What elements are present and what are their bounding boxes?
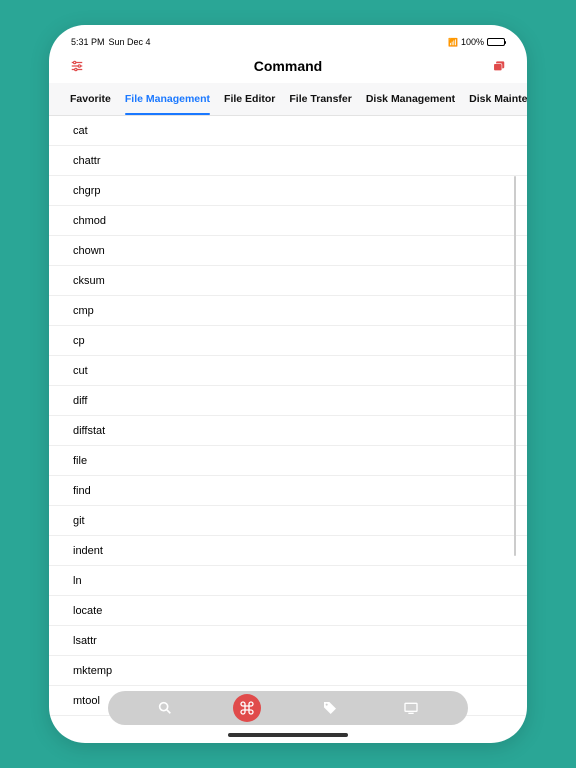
settings-sliders-icon[interactable] bbox=[67, 57, 87, 75]
tab-disk-management[interactable]: Disk Management bbox=[359, 83, 462, 115]
tab-favorite[interactable]: Favorite bbox=[63, 83, 118, 115]
command-item[interactable]: lsattr bbox=[49, 626, 527, 656]
command-item[interactable]: cp bbox=[49, 326, 527, 356]
command-item[interactable]: cmp bbox=[49, 296, 527, 326]
command-item[interactable]: diffstat bbox=[49, 416, 527, 446]
command-item[interactable]: chmod bbox=[49, 206, 527, 236]
bottom-toolbar bbox=[108, 691, 468, 725]
monitor-button[interactable] bbox=[398, 695, 424, 721]
status-time: 5:31 PM bbox=[71, 37, 105, 47]
command-item[interactable]: ln bbox=[49, 566, 527, 596]
status-date: Sun Dec 4 bbox=[109, 37, 151, 47]
battery-icon bbox=[487, 38, 505, 46]
command-item[interactable]: cksum bbox=[49, 266, 527, 296]
tablet-frame: 5:31 PM Sun Dec 4 100% Command Fa bbox=[49, 25, 527, 743]
search-button[interactable] bbox=[152, 695, 178, 721]
command-item[interactable]: file bbox=[49, 446, 527, 476]
tab-file-management[interactable]: File Management bbox=[118, 83, 217, 115]
command-list[interactable]: catchattrchgrpchmodchowncksumcmpcpcutdif… bbox=[49, 116, 527, 733]
command-item[interactable]: chattr bbox=[49, 146, 527, 176]
tag-button[interactable] bbox=[317, 695, 343, 721]
home-indicator[interactable] bbox=[228, 733, 348, 737]
command-item[interactable]: diff bbox=[49, 386, 527, 416]
command-item[interactable]: cat bbox=[49, 116, 527, 146]
scroll-indicator bbox=[514, 176, 516, 556]
command-item[interactable]: chown bbox=[49, 236, 527, 266]
command-item[interactable]: cut bbox=[49, 356, 527, 386]
wifi-icon bbox=[448, 37, 458, 47]
windows-stack-icon[interactable] bbox=[489, 57, 509, 75]
category-tabs: FavoriteFile ManagementFile EditorFile T… bbox=[49, 83, 527, 116]
page-title: Command bbox=[254, 58, 322, 74]
command-item[interactable]: mktemp bbox=[49, 656, 527, 686]
tab-disk-maintenance[interactable]: Disk Maintenance bbox=[462, 83, 527, 115]
command-item[interactable]: chgrp bbox=[49, 176, 527, 206]
command-item[interactable]: git bbox=[49, 506, 527, 536]
tab-file-transfer[interactable]: File Transfer bbox=[282, 83, 358, 115]
battery-pct: 100% bbox=[461, 37, 484, 47]
tab-file-editor[interactable]: File Editor bbox=[217, 83, 282, 115]
command-item[interactable]: find bbox=[49, 476, 527, 506]
status-bar: 5:31 PM Sun Dec 4 100% bbox=[49, 35, 527, 51]
command-button[interactable] bbox=[233, 694, 261, 722]
command-item[interactable]: indent bbox=[49, 536, 527, 566]
command-item[interactable]: locate bbox=[49, 596, 527, 626]
nav-bar: Command bbox=[49, 51, 527, 83]
